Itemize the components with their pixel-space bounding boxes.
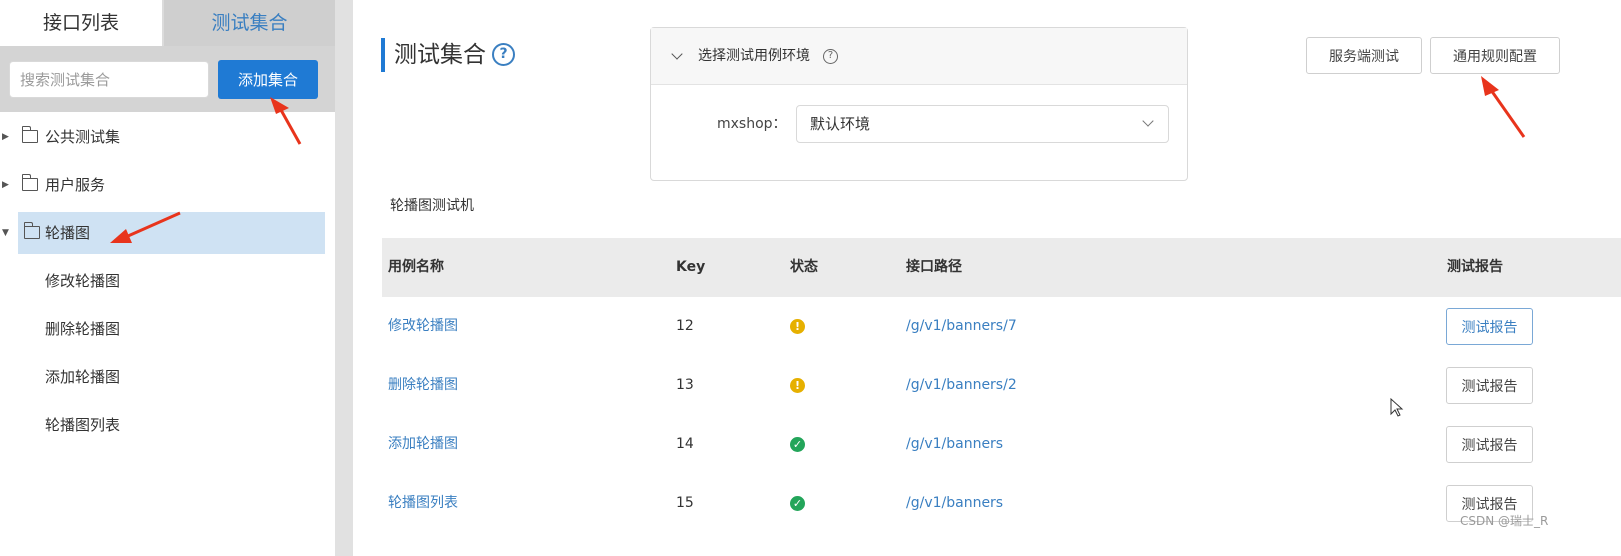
collection-tree: ▶ 公共测试集 ▶ 用户服务 ▼ 轮播图 修改轮播图 删除轮播图 添加轮播图 轮… bbox=[0, 116, 335, 452]
tree-node-user-service[interactable]: ▶ 用户服务 bbox=[0, 164, 335, 206]
test-report-button[interactable]: 测试报告 bbox=[1446, 308, 1533, 345]
table-row: 删除轮播图 13 ! /g/v1/banners/2 测试报告 bbox=[382, 356, 1621, 415]
environment-panel-title: 选择测试用例环境 bbox=[698, 48, 810, 64]
tree-leaf-add-banner[interactable]: 添加轮播图 bbox=[0, 356, 335, 398]
search-toolbar: 添加集合 bbox=[0, 46, 335, 112]
env-field-label: mxshop： bbox=[717, 116, 787, 132]
tree-node-label: 轮播图 bbox=[45, 224, 91, 242]
api-path-link[interactable]: /g/v1/banners bbox=[906, 415, 1003, 474]
tree-leaf-edit-banner[interactable]: 修改轮播图 bbox=[0, 260, 335, 302]
tree-node-banner[interactable]: ▼ 轮播图 bbox=[2, 212, 325, 254]
column-header-report: 测试报告 bbox=[1447, 259, 1503, 275]
case-key: 15 bbox=[676, 495, 694, 511]
app-window: 接口列表 测试集合 添加集合 ▶ 公共测试集 ▶ 用户服务 ▼ 轮播图 修 bbox=[0, 0, 1621, 556]
main-panel: 测试集合 ? 选择测试用例环境 ? mxshop： 默认环境 服务端测试 通用规… bbox=[353, 0, 1621, 556]
tab-test-collections[interactable]: 测试集合 bbox=[164, 0, 335, 46]
help-icon[interactable]: ? bbox=[492, 43, 515, 66]
add-collection-button[interactable]: 添加集合 bbox=[218, 60, 318, 99]
tab-interface-list[interactable]: 接口列表 bbox=[0, 0, 162, 46]
environment-panel-header[interactable]: 选择测试用例环境 ? bbox=[651, 28, 1187, 85]
tree-node-public[interactable]: ▶ 公共测试集 bbox=[0, 116, 335, 158]
column-header-path: 接口路径 bbox=[906, 259, 962, 275]
case-key: 12 bbox=[676, 318, 694, 334]
success-status-icon: ✓ bbox=[790, 496, 805, 511]
column-header-name: 用例名称 bbox=[388, 259, 444, 275]
sidebar-tabs: 接口列表 测试集合 bbox=[0, 0, 335, 46]
table-row: 修改轮播图 12 ! /g/v1/banners/7 测试报告 bbox=[382, 297, 1621, 356]
test-case-table: 用例名称 Key 状态 接口路径 测试报告 修改轮播图 12 ! /g/v1/b… bbox=[382, 238, 1621, 533]
watermark: CSDN @瑞士_R bbox=[1460, 514, 1549, 528]
test-report-button[interactable]: 测试报告 bbox=[1446, 367, 1533, 404]
case-name-link[interactable]: 删除轮播图 bbox=[388, 356, 458, 415]
case-name-link[interactable]: 轮播图列表 bbox=[388, 474, 458, 533]
case-name-link[interactable]: 修改轮播图 bbox=[388, 297, 458, 356]
column-header-status: 状态 bbox=[790, 259, 818, 275]
title-accent-bar bbox=[381, 38, 385, 72]
warning-status-icon: ! bbox=[790, 319, 805, 334]
caret-right-icon[interactable]: ▶ bbox=[2, 164, 9, 206]
server-test-button[interactable]: 服务端测试 bbox=[1306, 37, 1422, 74]
folder-icon bbox=[21, 174, 38, 191]
test-report-button[interactable]: 测试报告 bbox=[1446, 426, 1533, 463]
page-title: 测试集合 bbox=[394, 42, 486, 68]
mouse-pointer-icon bbox=[1390, 398, 1404, 417]
table-row: 添加轮播图 14 ✓ /g/v1/banners 测试报告 bbox=[382, 415, 1621, 474]
tree-node-label: 公共测试集 bbox=[45, 128, 121, 146]
folder-icon bbox=[23, 222, 40, 239]
caret-right-icon[interactable]: ▶ bbox=[2, 116, 9, 158]
search-input[interactable] bbox=[9, 61, 209, 98]
case-name-link[interactable]: 添加轮播图 bbox=[388, 415, 458, 474]
case-key: 14 bbox=[676, 436, 694, 452]
splitter[interactable] bbox=[335, 0, 353, 556]
api-path-link[interactable]: /g/v1/banners/7 bbox=[906, 297, 1017, 356]
chevron-down-icon bbox=[1142, 115, 1154, 127]
environment-select-value: 默认环境 bbox=[810, 115, 871, 133]
sidebar: 接口列表 测试集合 添加集合 ▶ 公共测试集 ▶ 用户服务 ▼ 轮播图 修 bbox=[0, 0, 335, 556]
table-header: 用例名称 Key 状态 接口路径 测试报告 bbox=[382, 238, 1621, 297]
chevron-down-icon[interactable] bbox=[671, 48, 683, 60]
general-rules-button[interactable]: 通用规则配置 bbox=[1430, 37, 1560, 74]
collection-name-label: 轮播图测试机 bbox=[390, 198, 474, 214]
api-path-link[interactable]: /g/v1/banners/2 bbox=[906, 356, 1017, 415]
tree-leaf-delete-banner[interactable]: 删除轮播图 bbox=[0, 308, 335, 350]
table-row: 轮播图列表 15 ✓ /g/v1/banners 测试报告 bbox=[382, 474, 1621, 533]
api-path-link[interactable]: /g/v1/banners bbox=[906, 474, 1003, 533]
help-icon[interactable]: ? bbox=[823, 49, 838, 64]
column-header-key: Key bbox=[676, 259, 706, 275]
folder-icon bbox=[21, 126, 38, 143]
success-status-icon: ✓ bbox=[790, 437, 805, 452]
tree-node-label: 用户服务 bbox=[45, 176, 106, 194]
environment-select[interactable]: 默认环境 bbox=[796, 105, 1169, 143]
case-key: 13 bbox=[676, 377, 694, 393]
warning-status-icon: ! bbox=[790, 378, 805, 393]
environment-panel: 选择测试用例环境 ? mxshop： 默认环境 bbox=[650, 27, 1188, 181]
caret-down-icon[interactable]: ▼ bbox=[2, 212, 9, 254]
tree-leaf-banner-list[interactable]: 轮播图列表 bbox=[0, 404, 335, 446]
